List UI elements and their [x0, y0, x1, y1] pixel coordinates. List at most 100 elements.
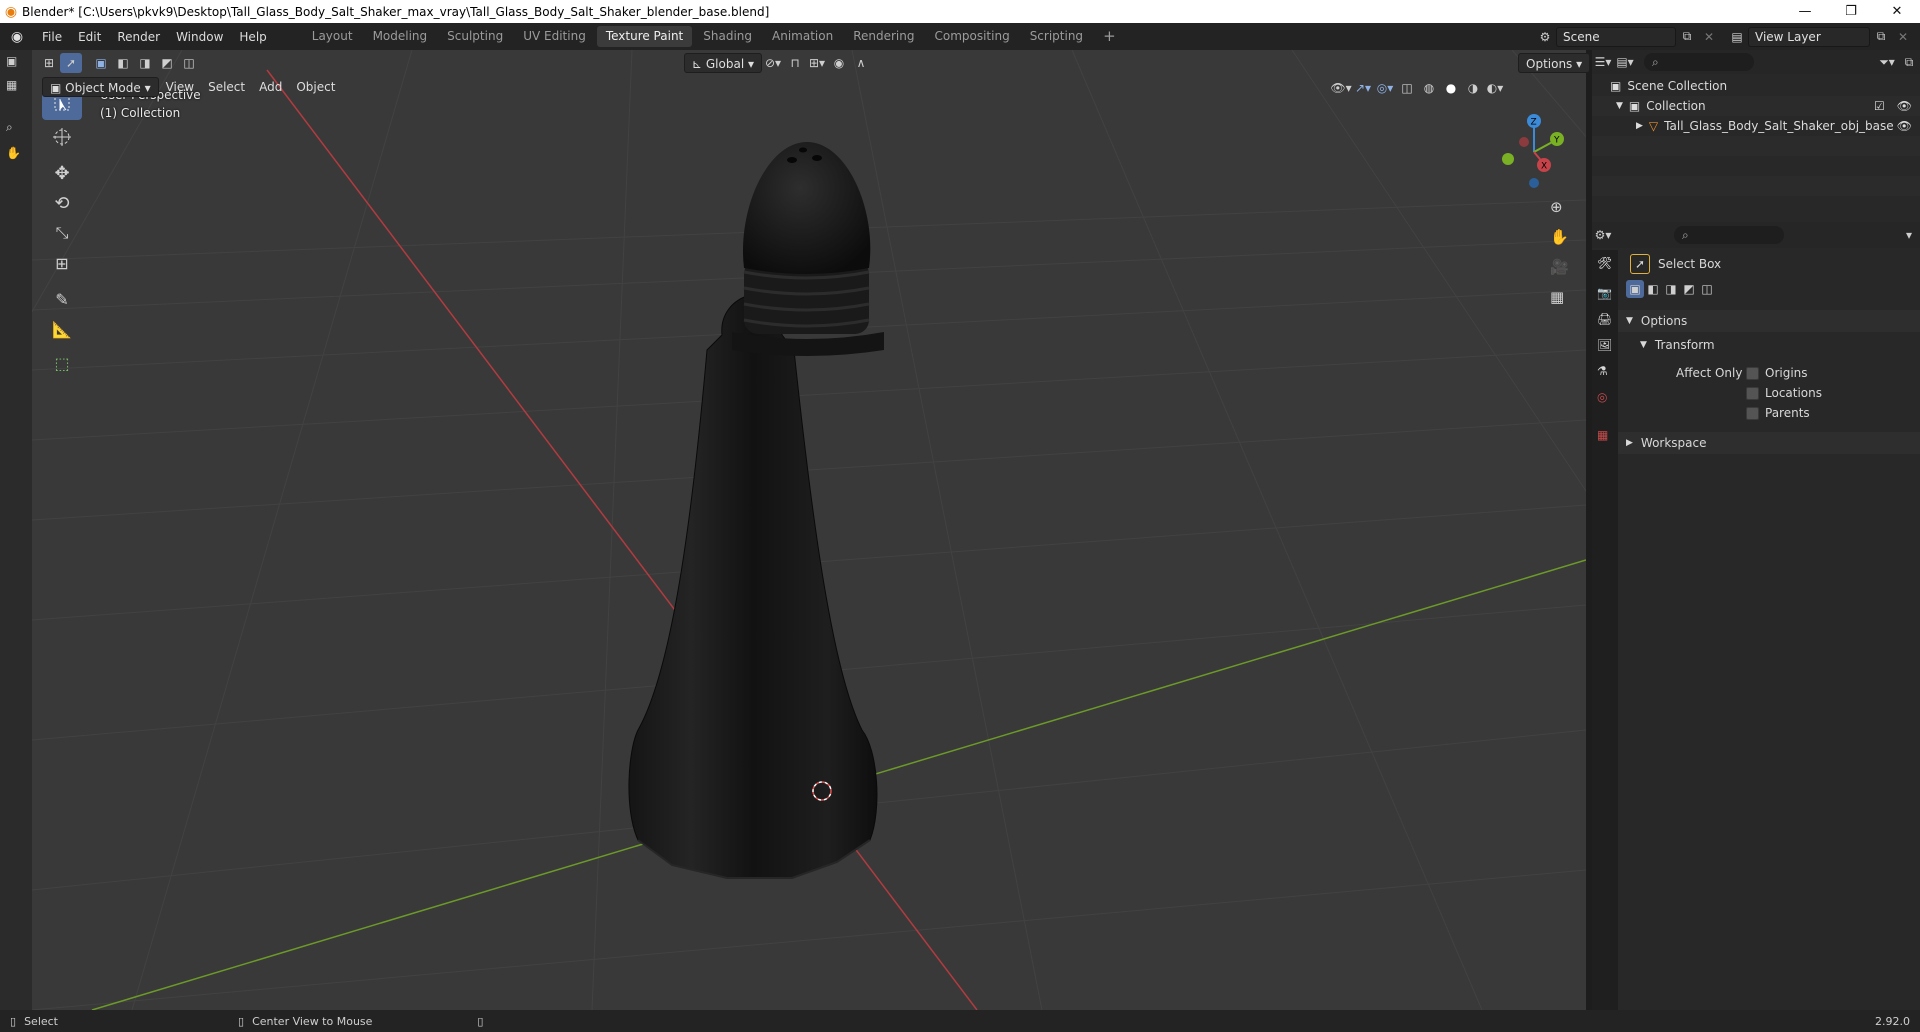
proportional-edit-icon[interactable]: ◉ [828, 53, 850, 73]
menu-render[interactable]: Render [109, 27, 168, 47]
menu-edit[interactable]: Edit [70, 27, 109, 47]
view-layer-tab-icon[interactable]: 🖼 [1597, 338, 1612, 352]
menu-file[interactable]: File [34, 27, 70, 47]
pivot-icon[interactable]: ⊘▾ [762, 53, 784, 73]
navigation-gizmo[interactable]: Z Y X [1494, 112, 1574, 192]
delete-view-layer-icon[interactable]: ✕ [1892, 27, 1914, 47]
menu-help[interactable]: Help [231, 27, 274, 47]
view-layer-field[interactable]: View Layer [1748, 26, 1870, 47]
outliner-object[interactable]: ▶ ▽ Tall_Glass_Body_Salt_Shaker_obj_base… [1592, 116, 1920, 136]
xray-toggle-icon[interactable]: ◫ [1396, 78, 1418, 98]
scene-field[interactable]: Scene [1556, 26, 1676, 47]
new-view-layer-icon[interactable]: ⧉ [1870, 27, 1892, 47]
new-collection-icon[interactable]: ⧉ [1898, 52, 1920, 72]
material-shading-icon[interactable]: ◑ [1462, 78, 1484, 98]
mode-dropdown[interactable]: ▣ Object Mode ▾ [42, 77, 159, 97]
solid-shading-icon[interactable]: ● [1440, 78, 1462, 98]
minimize-button[interactable]: — [1782, 0, 1828, 23]
tab-scripting[interactable]: Scripting [1021, 26, 1092, 47]
parents-checkbox[interactable]: Parents [1746, 406, 1810, 420]
view-layer-icon[interactable]: ▤ [1726, 27, 1748, 47]
cursor-tool[interactable] [42, 120, 82, 154]
tab-rendering[interactable]: Rendering [844, 26, 923, 47]
tab-compositing[interactable]: Compositing [925, 26, 1018, 47]
mode-invert-icon[interactable]: ◩ [1680, 280, 1698, 298]
snap-icon[interactable]: ⊓ [784, 53, 806, 73]
select-extend-icon[interactable]: ◧ [112, 53, 134, 73]
checkbox-icon[interactable] [1746, 386, 1759, 400]
editor-type-icon[interactable]: ⊞ [38, 53, 60, 73]
mode-extend-icon[interactable]: ◧ [1644, 280, 1662, 298]
menu-select[interactable]: Select [201, 77, 252, 97]
overlay-toggle-icon[interactable]: ◎▾ [1374, 78, 1396, 98]
maximize-button[interactable]: ❐ [1828, 0, 1874, 23]
menu-view[interactable]: View [159, 77, 201, 97]
select-mode-icon[interactable]: ➚ [60, 53, 82, 73]
snap-target-icon[interactable]: ⊞▾ [806, 53, 828, 73]
select-new-icon[interactable]: ▣ [90, 53, 112, 73]
salt-shaker-object[interactable] [628, 142, 884, 879]
zoom-view-icon[interactable]: ⊕ [1550, 198, 1563, 216]
pan-view-icon[interactable]: ✋ [1550, 228, 1569, 246]
transform-tool[interactable]: ⊞ [42, 246, 82, 280]
expand-arrow-icon[interactable]: ▶ [1636, 121, 1643, 131]
collection-visibility-icon[interactable]: 👁 [1897, 99, 1912, 113]
editor-type-icon[interactable]: ▣ [6, 54, 17, 68]
expand-arrow-icon[interactable]: ▼ [1616, 101, 1623, 111]
tab-texture-paint[interactable]: Texture Paint [596, 26, 693, 47]
display-mode-icon[interactable]: ▤▾ [1614, 52, 1636, 72]
output-tab-icon[interactable]: 🖨 [1597, 312, 1612, 326]
tab-modeling[interactable]: Modeling [364, 26, 437, 47]
checkbox-icon[interactable] [1746, 366, 1759, 380]
mode-intersect-icon[interactable]: ◫ [1698, 280, 1716, 298]
hand-icon[interactable]: ✋ [6, 146, 21, 160]
options-dropdown[interactable]: Options ▾ [1518, 53, 1591, 73]
properties-options-icon[interactable]: ▾ [1898, 225, 1920, 245]
rendered-shading-icon[interactable]: ◐▾ [1484, 78, 1506, 98]
transform-subpanel-header[interactable]: ▼ Transform [1640, 338, 1715, 352]
tab-uv-editing[interactable]: UV Editing [514, 26, 595, 47]
scene-tab-icon[interactable]: ⚗ [1597, 364, 1608, 378]
scene-selector-icon[interactable]: ⚙ [1534, 27, 1556, 47]
tab-sculpting[interactable]: Sculpting [438, 26, 512, 47]
texture-tab-icon[interactable]: ▦ [1597, 428, 1608, 442]
properties-editor-icon[interactable]: ⚙▾ [1592, 225, 1614, 245]
select-subtract-icon[interactable]: ◨ [134, 53, 156, 73]
rotate-tool[interactable]: ⟲ [42, 186, 82, 220]
annotate-tool[interactable]: ✎ [42, 282, 82, 316]
new-scene-icon[interactable]: ⧉ [1676, 27, 1698, 47]
menu-window[interactable]: Window [168, 27, 231, 47]
menu-object[interactable]: Object [289, 77, 342, 97]
mode-new-icon[interactable]: ▣ [1626, 280, 1644, 298]
move-tool[interactable]: ✥ [42, 156, 82, 190]
workspace-panel-header[interactable]: ▶ Workspace [1626, 436, 1707, 450]
tab-animation[interactable]: Animation [763, 26, 842, 47]
filter-icon[interactable]: ⏷▾ [1876, 52, 1898, 72]
zoom-icon[interactable]: ⌕ [6, 120, 13, 135]
blender-menu-icon[interactable]: ◉ [0, 29, 34, 45]
tab-shading[interactable]: Shading [694, 26, 761, 47]
menu-add[interactable]: Add [252, 77, 289, 97]
select-intersect-icon[interactable]: ◫ [178, 53, 200, 73]
world-tab-icon[interactable]: ◎ [1597, 390, 1607, 404]
falloff-icon[interactable]: ∧ [850, 53, 872, 73]
origins-checkbox[interactable]: Origins [1746, 366, 1808, 380]
options-panel-header[interactable]: ▼ Options [1626, 314, 1687, 328]
camera-view-icon[interactable]: 🎥 [1550, 258, 1569, 276]
tab-layout[interactable]: Layout [303, 26, 362, 47]
orientation-dropdown[interactable]: ⊾ Global ▾ [684, 53, 762, 73]
ortho-toggle-icon[interactable]: ▦ [1550, 288, 1564, 306]
tool-tab-icon[interactable]: 🛠 [1597, 256, 1612, 270]
3d-viewport[interactable]: ✥ ⟲ ⤡ ⊞ ✎ 📐 ⬚ User Perspective (1) Colle… [32, 50, 1586, 1010]
outliner-scene-collection[interactable]: ▣ Scene Collection [1592, 76, 1920, 96]
collection-checkbox-icon[interactable]: ☑ [1874, 99, 1885, 113]
object-visibility-icon[interactable]: 👁 [1897, 119, 1912, 133]
gizmo-toggle-icon[interactable]: ↗▾ [1352, 78, 1374, 98]
render-tab-icon[interactable]: 📷 [1597, 286, 1612, 300]
outliner-search-input[interactable]: ⌕ [1644, 53, 1754, 71]
visibility-icon[interactable]: 👁▾ [1330, 78, 1352, 98]
select-invert-icon[interactable]: ◩ [156, 53, 178, 73]
grid-icon[interactable]: ▦ [6, 78, 17, 92]
close-button[interactable]: ✕ [1874, 0, 1920, 23]
checkbox-icon[interactable] [1746, 406, 1759, 420]
